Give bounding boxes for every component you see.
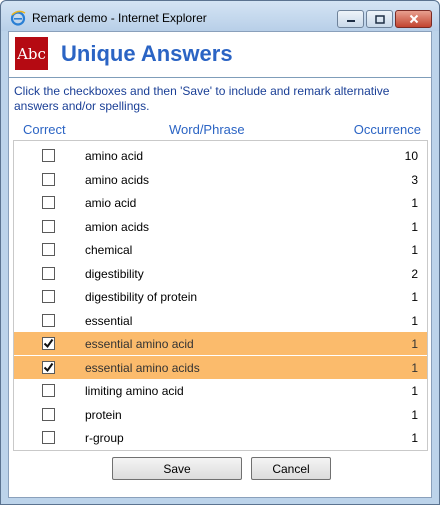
word-phrase-cell: amio acid [85,196,137,210]
occurrence-cell: 1 [411,431,418,445]
close-icon [409,14,418,24]
checkmark-icon [43,338,54,349]
answer-row[interactable]: amion acids 1 [14,215,427,238]
correct-checkbox[interactable] [42,149,55,162]
answer-row[interactable]: amino acid 10 [14,144,427,167]
word-phrase-cell: digestibility of protein [85,290,198,304]
window-title: Remark demo - Internet Explorer [32,11,207,25]
answer-row[interactable]: digestibility 2 [14,262,427,285]
correct-checkbox[interactable] [42,290,55,303]
answer-row[interactable]: essential 1 [14,309,427,332]
column-header-correct: Correct [23,122,66,137]
word-phrase-cell: amion acids [85,219,150,234]
occurrence-cell: 1 [411,196,418,210]
answer-row[interactable]: limiting amino acid 1 [14,379,427,402]
answer-row[interactable]: r-group 1 [14,426,427,449]
answer-row[interactable]: chemical 1 [14,238,427,261]
answer-row[interactable]: amino acids 3 [14,168,427,191]
occurrence-cell: 1 [411,313,418,328]
word-phrase-cell: protein [85,407,122,422]
checkmark-icon [43,362,54,372]
occurrence-cell: 1 [411,360,418,375]
occurrence-cell: 1 [411,384,418,398]
word-phrase-cell: amino acid [85,149,144,163]
word-phrase-cell: r-group [85,431,124,445]
correct-checkbox[interactable] [42,407,55,421]
column-header-occurrence: Occurrence [353,122,421,137]
correct-checkbox[interactable] [42,360,55,374]
occurrence-cell: 3 [411,172,418,187]
page-title: Unique Answers [61,41,233,66]
minimize-button[interactable] [337,10,364,28]
word-phrase-cell: chemical [85,243,133,257]
save-button[interactable]: Save [112,457,242,480]
cancel-button[interactable]: Cancel [251,457,331,480]
word-phrase-cell: essential [85,313,133,328]
answer-row[interactable]: essential amino acids 1 [14,355,427,379]
occurrence-cell: 10 [404,149,418,163]
maximize-icon [374,14,385,24]
occurrence-cell: 1 [411,219,418,234]
close-button[interactable] [395,10,432,28]
occurrence-cell: 1 [411,407,418,422]
correct-checkbox[interactable] [42,337,55,350]
browser-window: Remark demo - Internet Explorer Abc Uniq… [0,0,440,505]
correct-checkbox[interactable] [42,219,55,233]
correct-checkbox[interactable] [42,384,55,397]
correct-checkbox[interactable] [42,266,55,280]
correct-checkbox[interactable] [42,313,55,327]
word-phrase-cell: essential amino acid [85,337,194,351]
word-phrase-cell: essential amino acids [85,360,200,375]
word-phrase-cell: digestibility [85,266,144,281]
correct-checkbox[interactable] [42,172,55,186]
answer-row[interactable]: amio acid 1 [14,191,427,214]
correct-checkbox[interactable] [42,431,55,444]
correct-checkbox[interactable] [42,196,55,209]
answer-row[interactable]: digestibility of protein 1 [14,285,427,308]
correct-checkbox[interactable] [42,243,55,256]
answer-row[interactable]: protein 1 [14,403,427,426]
word-phrase-cell: limiting amino acid [85,384,184,398]
word-phrase-cell: amino acids [85,172,150,187]
column-header-word: Word/Phrase [169,122,245,137]
header-divider [9,77,431,78]
occurrence-cell: 1 [411,337,418,351]
answer-row[interactable]: essential amino acid 1 [14,332,427,355]
answers-list: amino acid 10 amino acids 3 amio acid 1 amion … [13,140,428,451]
occurrence-cell: 1 [411,290,418,304]
occurrence-cell: 2 [411,266,418,281]
title-bar[interactable]: Remark demo - Internet Explorer [1,1,439,31]
minimize-icon [346,20,355,22]
app-logo: Abc [15,37,48,70]
instructions-text: Click the checkboxes and then 'Save' to … [14,84,390,113]
occurrence-cell: 1 [411,243,418,257]
maximize-button[interactable] [366,10,393,28]
dialog-content: Abc Unique Answers Click the checkboxes … [8,31,432,498]
internet-explorer-icon [10,10,26,26]
